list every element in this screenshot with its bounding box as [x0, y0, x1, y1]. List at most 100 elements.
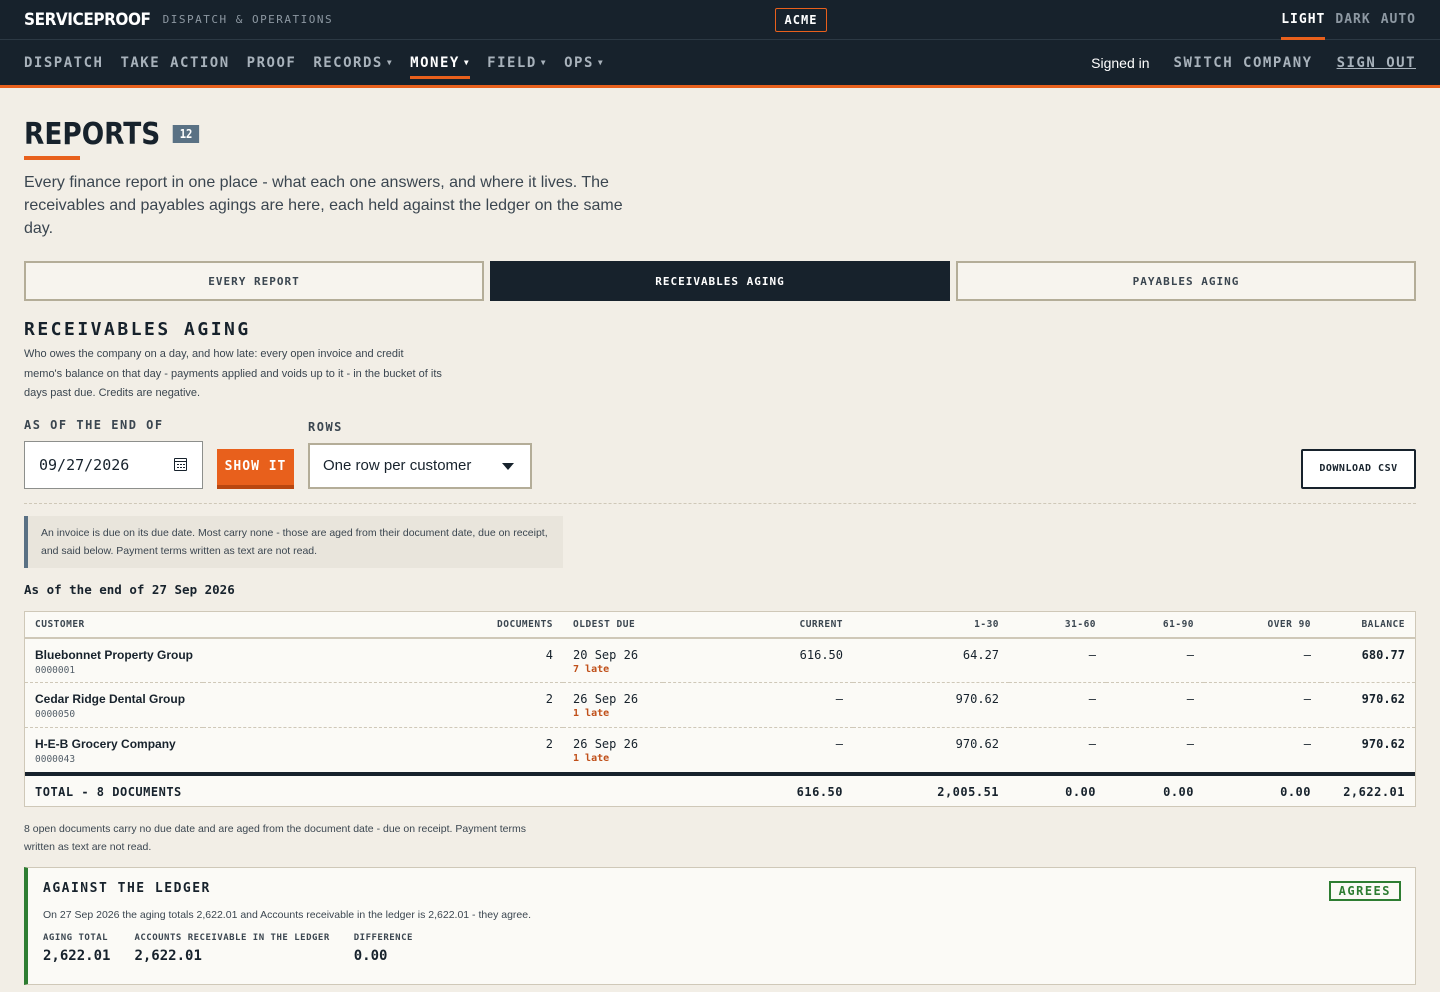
stat-value: 2,622.01 [43, 947, 111, 964]
customer-name[interactable]: Cedar Ridge Dental Group [35, 692, 193, 706]
ledger-stats: AGING TOTAL 2,622.01 ACCOUNTS RECEIVABLE… [43, 933, 1400, 964]
col-balance[interactable]: BALANCE [1321, 611, 1415, 639]
customer-id: 0000001 [35, 664, 76, 676]
bucket-61-90: — [1106, 727, 1205, 776]
tab-payables-aging[interactable]: PAYABLES AGING [956, 261, 1416, 301]
tab-receivables-aging[interactable]: RECEIVABLES AGING [490, 261, 950, 301]
company-badge[interactable]: ACME [775, 8, 827, 32]
nav-dispatch[interactable]: DISPATCH [24, 41, 103, 85]
col-31-60[interactable]: 31-60 [1009, 611, 1107, 639]
stat-value: 2,622.01 [134, 947, 202, 964]
late-count: 1 late [573, 708, 610, 719]
bucket-61-90: — [1106, 682, 1205, 728]
asof-heading: As of the end of 27 Sep 2026 [24, 581, 235, 597]
customer-name[interactable]: Bluebonnet Property Group [35, 648, 193, 662]
nav-label: OPS [564, 54, 594, 71]
nav-ops[interactable]: OPS ▼ [564, 41, 604, 85]
documents-count: 2 [203, 727, 564, 776]
stat-label: ACCOUNTS RECEIVABLE IN THE LEDGER [134, 932, 330, 943]
nav-proof[interactable]: PROOF [247, 41, 297, 85]
main-content: REPORTS 12 Every finance report in one p… [0, 116, 1440, 985]
theme-switcher: LIGHT DARK AUTO [1281, 0, 1416, 40]
ledger-summary: On 27 Sep 2026 the aging totals 2,622.01… [43, 908, 532, 921]
table-row[interactable]: Bluebonnet Property Group 0000001 4 20 Se… [25, 637, 1415, 683]
documents-count: 2 [203, 682, 564, 728]
balance-amount: 680.77 [1321, 637, 1415, 683]
sign-out-link[interactable]: SIGN OUT [1337, 55, 1416, 71]
oldest-due-date: 26 Sep 26 [573, 737, 639, 751]
col-over-90[interactable]: OVER 90 [1204, 611, 1322, 639]
col-1-30[interactable]: 1-30 [853, 611, 1010, 639]
stat-aging-total: AGING TOTAL 2,622.01 [43, 933, 110, 964]
col-customer[interactable]: CUSTOMER [25, 611, 204, 639]
bucket-1-30: 64.27 [853, 637, 1010, 683]
late-count: 7 late [573, 663, 610, 675]
customer-id: 0000043 [35, 754, 76, 765]
col-61-90[interactable]: 61-90 [1106, 611, 1205, 639]
page-intro: Every finance report in one place - what… [24, 174, 623, 237]
table-row[interactable]: H-E-B Grocery Company 0000043 2 26 Sep 26… [25, 727, 1415, 776]
nav-label: TAKE ACTION [120, 54, 230, 71]
caret-down-icon: ▼ [463, 57, 471, 67]
theme-light[interactable]: LIGHT [1281, 0, 1326, 40]
table-header-row: CUSTOMER DOCUMENTS OLDEST DUE CURRENT 1-… [25, 611, 1415, 639]
theme-auto[interactable]: AUTO [1381, 0, 1416, 40]
total-31-60: 0.00 [1065, 784, 1097, 799]
page-title-text: REPORTS [24, 116, 161, 152]
total-1-30: 2,005.51 [937, 784, 1000, 799]
table-row[interactable]: Cedar Ridge Dental Group 0000050 2 26 Sep… [25, 682, 1415, 728]
total-label: TOTAL - 8 DOCUMENTS [35, 784, 182, 799]
col-current[interactable]: CURRENT [663, 611, 854, 639]
rows-label: ROWS [308, 419, 343, 434]
bucket-31-60: — [1009, 682, 1107, 728]
oldest-due-date: 20 Sep 26 [573, 647, 639, 662]
show-it-button[interactable]: SHOW IT [217, 448, 294, 489]
nav-label: DISPATCH [24, 54, 104, 71]
col-oldest-due[interactable]: OLDEST DUE [563, 611, 664, 639]
bucket-over-90: — [1204, 727, 1322, 776]
nav-take-action[interactable]: TAKE ACTION [120, 41, 229, 85]
asof-date-input[interactable]: 09/27/2026 [24, 440, 203, 489]
total-over-90: 0.00 [1280, 784, 1312, 799]
current-amount: — [663, 682, 854, 728]
tab-every-report[interactable]: EVERY REPORT [24, 261, 484, 301]
chevron-down-icon [502, 462, 514, 470]
rows-select[interactable]: One row per customer [308, 442, 532, 489]
total-balance: 2,622.01 [1343, 784, 1405, 799]
current-amount: — [663, 727, 854, 776]
nav-field[interactable]: FIELD ▼ [487, 41, 547, 85]
calendar-icon[interactable] [174, 457, 187, 471]
nav-label: MONEY [410, 54, 460, 71]
bucket-31-60: — [1009, 637, 1107, 683]
documents-count: 4 [203, 637, 564, 683]
balance-amount: 970.62 [1321, 727, 1415, 776]
stat-label: AGING TOTAL [43, 932, 109, 943]
rows-select-value: One row per customer [323, 457, 472, 474]
customer-name[interactable]: H-E-B Grocery Company [35, 737, 193, 751]
theme-dark[interactable]: DARK [1335, 0, 1370, 40]
brand-logo[interactable]: SERVICEPROOF [24, 10, 151, 30]
stat-label: DIFFERENCE [353, 932, 413, 943]
total-current: 616.50 [796, 784, 844, 799]
nav-money[interactable]: MONEY ▼ [410, 41, 471, 85]
stat-value: 0.00 [353, 947, 388, 964]
page-title: REPORTS 12 [24, 116, 1249, 152]
customer-id: 0000050 [35, 709, 76, 720]
ledger-check-panel: AGAINST THE LEDGER AGREES On 27 Sep 2026… [24, 866, 1416, 985]
nav-label: RECORDS [313, 54, 383, 71]
total-row: TOTAL - 8 DOCUMENTS 616.50 2,005.51 0.00… [25, 774, 1415, 806]
report-tabs: EVERY REPORT RECEIVABLES AGING PAYABLES … [24, 261, 1416, 301]
col-documents[interactable]: DOCUMENTS [203, 611, 564, 639]
bucket-over-90: — [1204, 682, 1322, 728]
nav-records[interactable]: RECORDS ▼ [313, 41, 393, 85]
report-count-badge: 12 [172, 125, 200, 143]
current-amount: 616.50 [663, 637, 854, 683]
download-csv-button[interactable]: DOWNLOAD CSV [1301, 448, 1416, 489]
switch-company-link[interactable]: SWITCH COMPANY [1174, 55, 1313, 71]
stat-difference: DIFFERENCE 0.00 [354, 933, 413, 964]
aging-table: CUSTOMER DOCUMENTS OLDEST DUE CURRENT 1-… [25, 611, 1415, 806]
bucket-31-60: — [1009, 727, 1107, 776]
bucket-1-30: 970.62 [853, 682, 1010, 728]
date-value: 09/27/2026 [39, 455, 130, 474]
main-nav: DISPATCH TAKE ACTION PROOF RECORDS ▼ MONE… [0, 40, 1440, 88]
